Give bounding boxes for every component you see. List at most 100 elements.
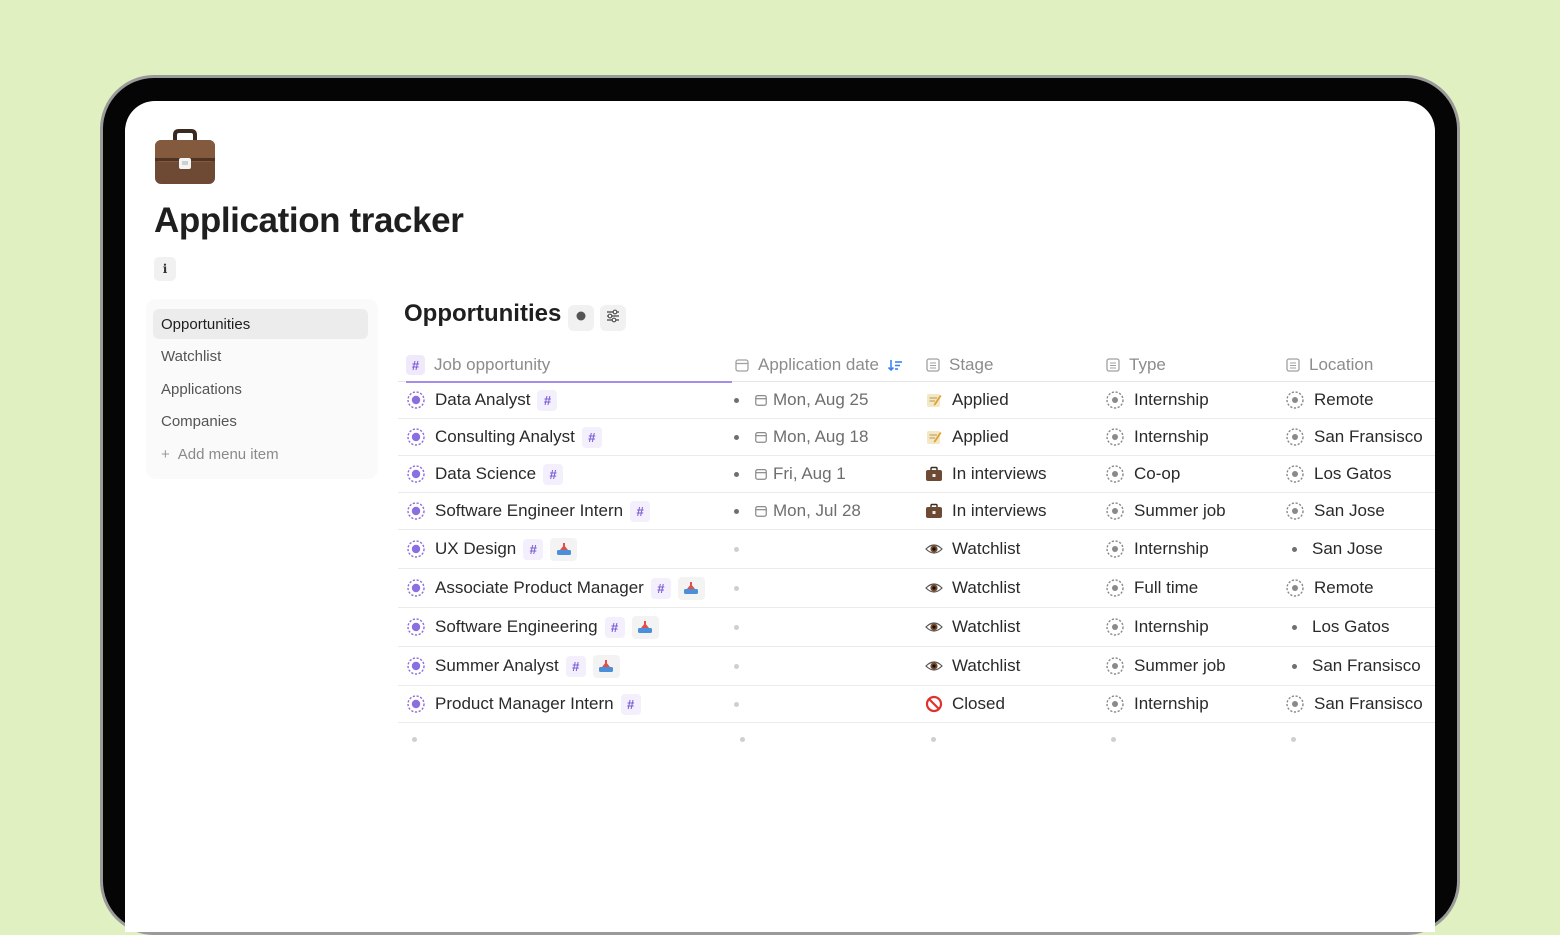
type-cell[interactable]: Full time [1105,569,1198,607]
type-cell[interactable]: Internship [1105,608,1209,646]
column-header-location[interactable]: Location [1285,349,1373,381]
location-cell[interactable]: San Fransisco [1285,686,1423,722]
location-cell[interactable]: Los Gatos [1285,456,1392,492]
table-row[interactable]: Consulting Analyst # Mon, Aug 18 Applied Int… [398,419,1435,456]
table-row[interactable]: Data Science # Fri, Aug 1 In interviews Co-o… [398,456,1435,493]
select-option-icon [1105,578,1125,598]
stage-cell[interactable]: Watchlist [925,569,1020,607]
filter-button[interactable] [600,305,626,331]
application-date-cell[interactable]: Fri, Aug 1 [734,456,846,492]
new-row[interactable] [398,723,1435,757]
application-date-cell[interactable] [734,647,739,685]
stage-value: Watchlist [952,656,1021,675]
location-value: San Fransisco [1314,427,1423,446]
hash-icon[interactable]: # [523,538,544,560]
job-opportunity-cell[interactable]: Data Analyst # [406,382,564,418]
table-row[interactable]: Product Manager Intern # Closed Internship S… [398,686,1435,723]
location-cell[interactable]: San Jose [1285,493,1385,529]
type-value: Internship [1134,539,1209,558]
info-button[interactable]: i [154,257,176,281]
location-cell[interactable]: San Jose [1285,530,1383,568]
job-opportunity-cell[interactable]: Associate Product Manager # [406,569,712,607]
table-row[interactable]: Summer Analyst # Watchlist Summer job San Fr… [398,647,1435,686]
type-cell[interactable]: Summer job [1105,647,1226,685]
application-date-cell[interactable] [734,686,739,722]
hash-icon[interactable]: # [537,389,558,411]
sidebar-item-applications[interactable]: Applications [153,374,368,404]
relation-icon [406,617,426,637]
location-cell[interactable]: Los Gatos [1285,608,1390,646]
job-opportunity-cell[interactable]: Product Manager Intern # [406,686,648,722]
table-row[interactable]: UX Design # Watchlist Internship San Jose [398,530,1435,569]
type-cell[interactable]: Co-op [1105,456,1180,492]
column-header-job-opportunity[interactable]: # Job opportunity [406,349,733,383]
calendar-icon [754,393,768,407]
inbox-tray-icon[interactable] [631,615,659,639]
sidebar-item-opportunities[interactable]: Opportunities [153,309,368,339]
application-date-cell[interactable]: Mon, Jul 28 [734,493,861,529]
inbox-tray-icon[interactable] [550,537,578,561]
type-cell[interactable]: Internship [1105,530,1209,568]
job-title: Associate Product Manager [435,578,644,597]
inbox-tray-icon[interactable] [592,654,620,678]
stage-cell[interactable]: Applied [925,419,1009,455]
sidebar-item-label: Companies [161,412,237,430]
application-date-cell[interactable]: Mon, Aug 25 [734,382,868,418]
job-opportunity-cell[interactable]: UX Design # [406,530,584,568]
inbox-tray-icon[interactable] [677,576,705,600]
location-cell[interactable]: San Fransisco [1285,419,1423,455]
type-cell[interactable]: Summer job [1105,493,1226,529]
location-cell[interactable]: San Fransisco [1285,647,1421,685]
type-cell[interactable]: Internship [1105,686,1209,722]
hash-icon[interactable]: # [604,616,625,638]
type-value: Internship [1134,694,1209,713]
stage-cell[interactable]: Watchlist [925,608,1020,646]
application-date-cell[interactable] [734,608,739,646]
stage-cell[interactable]: In interviews [925,456,1046,492]
sidebar-item-watchlist[interactable]: Watchlist [153,341,368,371]
column-header-application-date[interactable]: Application date [734,349,903,381]
table-row[interactable]: Associate Product Manager # Watchlist Full … [398,569,1435,608]
hash-icon[interactable]: # [581,426,602,448]
sidebar-item-label: Applications [161,380,242,398]
location-cell[interactable]: Remote [1285,569,1374,607]
stage-cell[interactable]: Closed [925,686,1005,722]
hash-icon[interactable]: # [630,500,651,522]
location-cell[interactable]: Remote [1285,382,1374,418]
table-row[interactable]: Software Engineering # Watchlist Internship… [398,608,1435,647]
type-value: Full time [1134,578,1199,597]
job-opportunity-cell[interactable]: Software Engineer Intern # [406,493,657,529]
column-header-stage[interactable]: Stage [925,349,993,381]
column-header-type[interactable]: Type [1105,349,1166,381]
sidebar-item-companies[interactable]: Companies [153,406,368,436]
stage-cell[interactable]: In interviews [925,493,1046,529]
type-cell[interactable]: Internship [1105,419,1209,455]
hash-icon[interactable]: # [565,655,586,677]
job-opportunity-cell[interactable]: Data Science # [406,456,570,492]
bullet-dot [734,434,739,440]
record-button[interactable] [568,305,594,331]
type-value: Summer job [1134,501,1226,520]
job-opportunity-cell[interactable]: Consulting Analyst # [406,419,609,455]
application-date-cell[interactable]: Mon, Aug 18 [734,419,868,455]
add-menu-item-button[interactable]: + Add menu item [153,439,368,469]
empty-cell-dot [740,737,745,742]
job-opportunity-cell[interactable]: Software Engineering # [406,608,666,646]
sort-descending-icon[interactable] [887,357,903,373]
calendar-icon [754,504,768,518]
hash-icon[interactable]: # [620,693,641,715]
stage-cell[interactable]: Watchlist [925,647,1020,685]
job-opportunity-cell[interactable]: Summer Analyst # [406,647,627,685]
type-value: Internship [1134,390,1209,409]
application-date-cell[interactable] [734,569,739,607]
application-date-cell[interactable] [734,530,739,568]
table-row[interactable]: Software Engineer Intern # Mon, Jul 28 In i… [398,493,1435,530]
table-row[interactable]: Data Analyst # Mon, Aug 25 Applied Internshi… [398,382,1435,419]
relation-icon [406,694,426,714]
type-cell[interactable]: Internship [1105,382,1209,418]
stage-cell[interactable]: Applied [925,382,1009,418]
hash-icon[interactable]: # [543,463,564,485]
hash-icon[interactable]: # [650,577,671,599]
empty-cell-dot [734,546,739,552]
stage-cell[interactable]: Watchlist [925,530,1020,568]
